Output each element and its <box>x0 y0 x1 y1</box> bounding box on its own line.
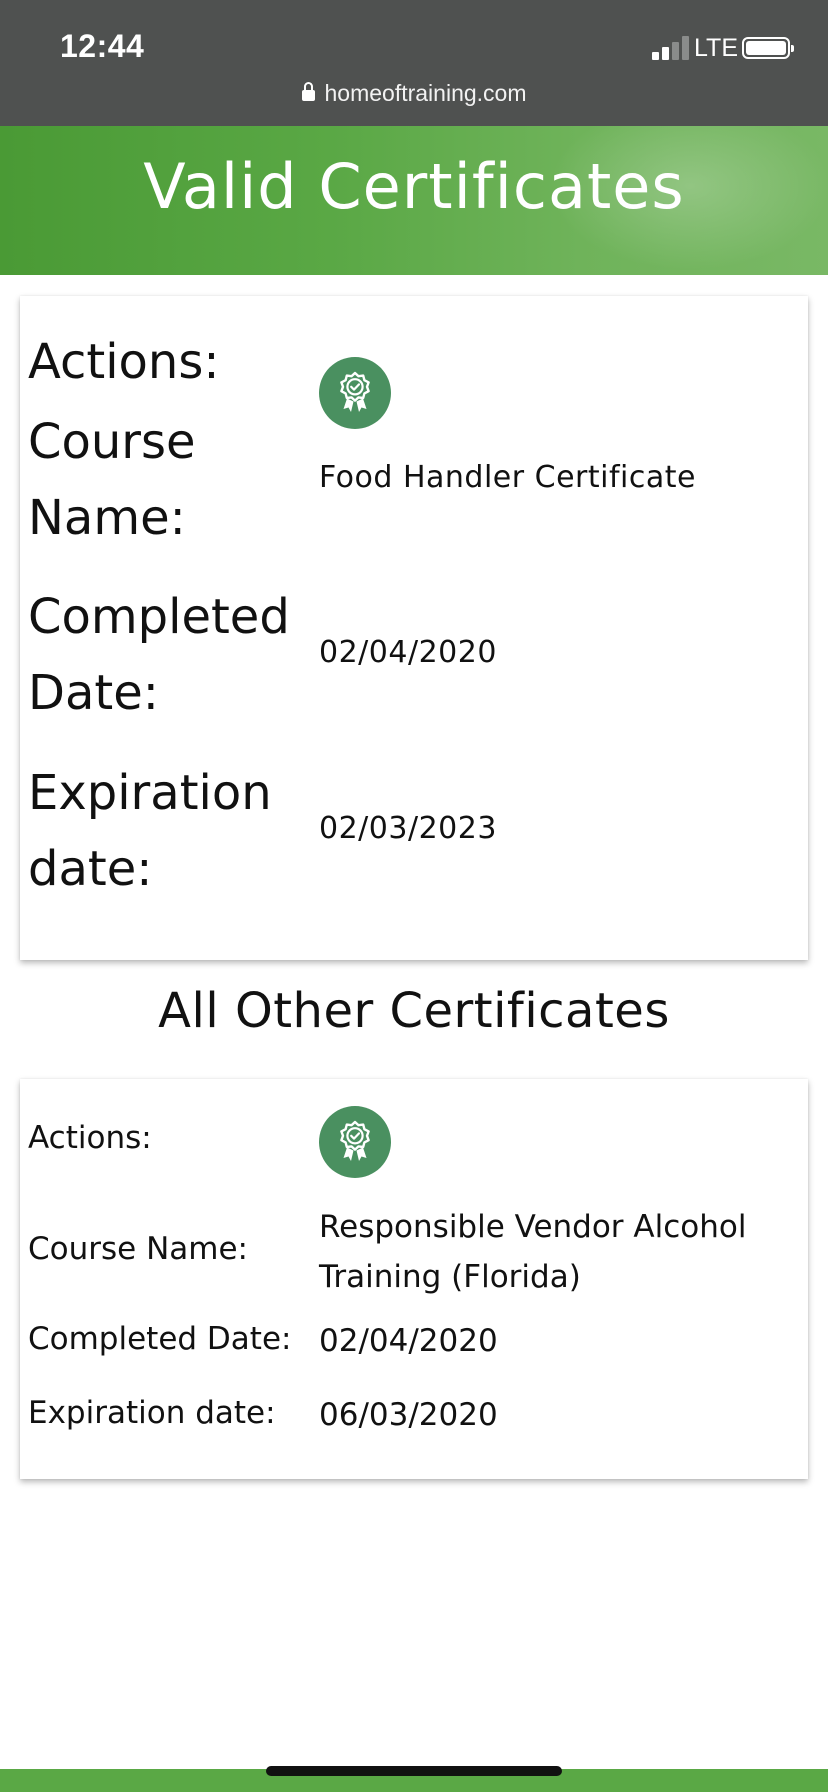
home-indicator[interactable] <box>266 1766 562 1776</box>
actions-label: Actions: <box>28 1120 152 1156</box>
network-type: LTE <box>694 34 738 62</box>
view-certificate-button[interactable] <box>319 1106 391 1178</box>
certificate-card: Actions: Course Name: Responsible Vendor… <box>20 1079 808 1479</box>
expiration-date-label: Expiration date: <box>28 765 272 897</box>
clock: 12:44 <box>60 28 145 64</box>
completed-date-row: Completed Date: 02/04/2020 <box>20 579 808 731</box>
completed-date-label: Completed Date: <box>28 589 290 721</box>
course-name-row: Course Name: Responsible Vendor Alcohol … <box>20 1202 808 1302</box>
expiration-date-row: Expiration date: 06/03/2020 <box>20 1390 808 1440</box>
actions-row: Actions: <box>20 324 808 429</box>
course-name-label: Course Name: <box>28 414 196 546</box>
completed-date-value: 02/04/2020 <box>319 1323 498 1359</box>
status-bar: 12:44 LTE homeoftraining.com <box>0 0 828 126</box>
course-name-row: Course Name: Food Handler Certificate <box>20 404 808 556</box>
expiration-date-row: Expiration date: 02/03/2023 <box>20 755 808 907</box>
expiration-date-value: 06/03/2020 <box>319 1397 498 1433</box>
expiration-date-label: Expiration date: <box>28 1395 276 1431</box>
valid-certificate-card: Actions: Course Name: Food Handler Certi… <box>20 296 808 960</box>
course-name-value: Responsible Vendor Alcohol Training (Flo… <box>319 1209 747 1295</box>
completed-date-row: Completed Date: 02/04/2020 <box>20 1316 808 1366</box>
course-name-label: Course Name: <box>28 1231 248 1267</box>
url-text: homeoftraining.com <box>324 80 527 106</box>
completed-date-value: 02/04/2020 <box>319 635 497 670</box>
expiration-date-value: 02/03/2023 <box>319 811 497 846</box>
page-title: Valid Certificates <box>143 150 685 223</box>
signal-strength-icon <box>652 36 690 60</box>
completed-date-label: Completed Date: <box>28 1321 292 1357</box>
course-name-value: Food Handler Certificate <box>319 460 696 495</box>
certificate-award-icon <box>319 1106 391 1178</box>
section-title: All Other Certificates <box>158 983 670 1039</box>
page-header: Valid Certificates <box>0 126 828 275</box>
lock-icon <box>301 82 315 101</box>
actions-label: Actions: <box>28 334 220 390</box>
actions-row: Actions: <box>20 1106 808 1183</box>
address-bar[interactable]: homeoftraining.com <box>0 80 828 107</box>
battery-icon <box>742 37 794 59</box>
